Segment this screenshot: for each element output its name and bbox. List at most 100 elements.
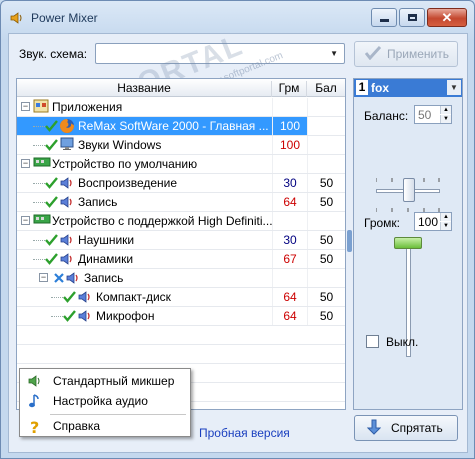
menu-item-label: Настройка аудио [53,394,148,408]
enabled-check-icon[interactable] [63,310,76,325]
row-grm-cell[interactable]: 64 [272,193,307,211]
tree-row[interactable]: Динамики 67 50 [17,250,345,269]
checkmark-icon [364,45,382,63]
row-grm-cell[interactable] [272,98,307,116]
spin-down-icon[interactable]: ▼ [440,222,451,230]
volume-label: Громк: [364,216,401,230]
tree-row[interactable]: − Устройство по умолчанию [17,155,345,174]
tree-connector [33,259,45,260]
row-bal-cell[interactable] [307,136,345,154]
row-name-cell: − Устройство по умолчанию [17,155,272,173]
row-bal-cell[interactable]: 50 [307,288,345,306]
row-grm-cell[interactable]: 100 [272,136,307,154]
row-name-cell: Звуки Windows [17,136,272,154]
minimize-button[interactable] [371,8,397,27]
trial-version-link[interactable]: Пробная версия [199,426,290,440]
row-bal-cell[interactable]: 50 [307,231,345,249]
title-bar[interactable]: Power Mixer ✕ [1,1,474,33]
balance-slider-thumb[interactable] [403,178,415,202]
row-grm-cell[interactable]: 64 [272,288,307,306]
panel-splitter-handle[interactable] [347,230,352,252]
tree-row[interactable]: Компакт-диск 64 50 [17,288,345,307]
power-mixer-window: Power Mixer ✕ Звук. схема: ▼ Применить P… [0,0,475,459]
row-grm-cell[interactable] [272,155,307,173]
tree-row[interactable]: − Приложения [17,98,345,117]
speaker-icon [77,289,93,306]
row-bal-cell[interactable] [307,269,345,287]
spin-up-icon[interactable]: ▲ [440,213,451,221]
windows-sounds-icon [59,137,75,154]
row-grm-cell[interactable]: 30 [272,231,307,249]
channel-number: 1 [356,80,368,95]
tree-row[interactable]: Наушники 30 50 [17,231,345,250]
scheme-label: Звук. схема: [19,47,88,61]
enabled-check-icon[interactable] [45,253,58,268]
tree-row[interactable]: Воспроизведение 30 50 [17,174,345,193]
row-name-cell: Компакт-диск [17,288,272,306]
row-name-cell: Запись [17,193,272,211]
enabled-check-icon[interactable] [45,234,58,249]
speaker-icon [59,175,75,192]
column-header: Название Грм Бал [17,79,345,97]
row-bal-cell[interactable] [307,155,345,173]
volume-slider-thumb[interactable] [394,237,422,249]
enabled-check-icon[interactable] [45,196,58,211]
menu-item-audio-settings[interactable]: Настройка аудио [21,391,189,411]
disabled-cross-icon[interactable] [53,272,65,287]
tree-row[interactable]: Микрофон 64 50 [17,307,345,326]
tree-connector [33,202,45,203]
row-bal-cell[interactable]: 50 [307,193,345,211]
enabled-check-icon[interactable] [45,120,58,135]
music-note-icon [27,393,43,412]
hide-button[interactable]: Спрятать [354,415,458,441]
row-grm-cell[interactable] [272,212,307,230]
tree-row[interactable]: − Запись [17,269,345,288]
apply-button-label: Применить [387,47,450,61]
row-label: Приложения [52,100,123,114]
mute-checkbox[interactable] [366,335,379,348]
collapse-toggle-icon[interactable]: − [39,273,48,282]
spin-down-icon[interactable]: ▼ [440,115,451,123]
tree-connector [51,316,63,317]
row-bal-cell[interactable] [307,212,345,230]
row-grm-cell[interactable]: 30 [272,174,307,192]
device-tree-list[interactable]: Название Грм Бал − Приложения ReMax SoftWa… [16,78,346,410]
row-bal-cell[interactable] [307,98,345,116]
enabled-check-icon[interactable] [45,139,58,154]
column-bal-header[interactable]: Бал [307,81,345,97]
enabled-check-icon[interactable] [63,291,76,306]
collapse-toggle-icon[interactable]: − [21,159,30,168]
spin-up-icon[interactable]: ▲ [440,106,451,114]
maximize-button[interactable] [399,8,425,27]
tree-row[interactable]: Запись 64 50 [17,193,345,212]
tree-row[interactable]: ReMax SoftWare 2000 - Главная ... 100 [17,117,345,136]
column-name-header[interactable]: Название [17,81,272,97]
tree-row[interactable]: − Устройство с поддержкой High Definiti..… [17,212,345,231]
row-label: Динамики [78,252,134,266]
svg-text:?: ? [30,418,39,436]
row-grm-cell[interactable]: 64 [272,307,307,325]
enabled-check-icon[interactable] [45,177,58,192]
collapse-toggle-icon[interactable]: − [21,216,30,225]
row-bal-cell[interactable]: 50 [307,174,345,192]
row-bal-cell[interactable]: 50 [307,307,345,325]
menu-item-standard-mixer[interactable]: Стандартный микшер [21,371,189,391]
channel-selector[interactable]: 1 fox ▼ [354,79,462,97]
row-grm-cell[interactable]: 67 [272,250,307,268]
balance-spinner[interactable]: 50 ▲ ▼ [414,105,452,124]
speaker-icon [59,194,75,211]
row-grm-cell[interactable]: 100 [272,117,307,135]
balance-ticks-bottom [375,201,440,212]
column-grm-header[interactable]: Грм [272,81,307,97]
row-name-cell: Воспроизведение [17,174,272,192]
row-bal-cell[interactable] [307,117,345,135]
tree-row[interactable]: Звуки Windows 100 [17,136,345,155]
collapse-toggle-icon[interactable]: − [21,102,30,111]
apply-button[interactable]: Применить [354,41,458,67]
menu-item-help[interactable]: ? Справка [21,416,189,437]
row-bal-cell[interactable]: 50 [307,250,345,268]
row-name-cell: − Приложения [17,98,272,116]
close-button[interactable]: ✕ [427,8,467,27]
volume-spinner[interactable]: 100 ▲ ▼ [414,212,452,231]
row-grm-cell[interactable] [272,269,307,287]
